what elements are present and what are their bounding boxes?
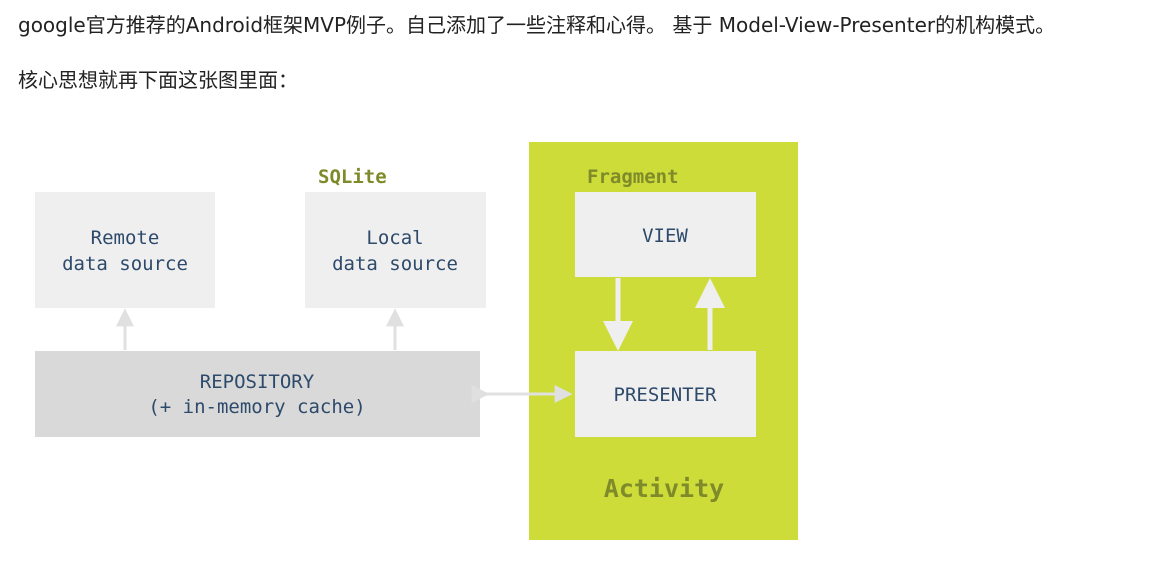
presenter-label: PRESENTER xyxy=(614,384,718,406)
remote-data-source-box xyxy=(35,192,215,308)
repository-box xyxy=(35,351,480,437)
view-label: VIEW xyxy=(642,225,688,247)
local-data-source-label-1: Local xyxy=(366,227,423,249)
local-data-source-box xyxy=(305,192,486,308)
repository-label-2: (+ in-memory cache) xyxy=(148,396,365,418)
remote-data-source-label-2: data source xyxy=(62,253,188,275)
activity-label: Activity xyxy=(604,474,724,503)
mvp-architecture-diagram: Remote data source SQLite Local data sou… xyxy=(35,142,798,540)
fragment-label: Fragment xyxy=(587,166,679,188)
repository-label-1: REPOSITORY xyxy=(200,371,315,393)
remote-data-source-label-1: Remote xyxy=(91,227,160,249)
sqlite-label: SQLite xyxy=(318,166,387,188)
local-data-source-label-2: data source xyxy=(332,253,458,275)
